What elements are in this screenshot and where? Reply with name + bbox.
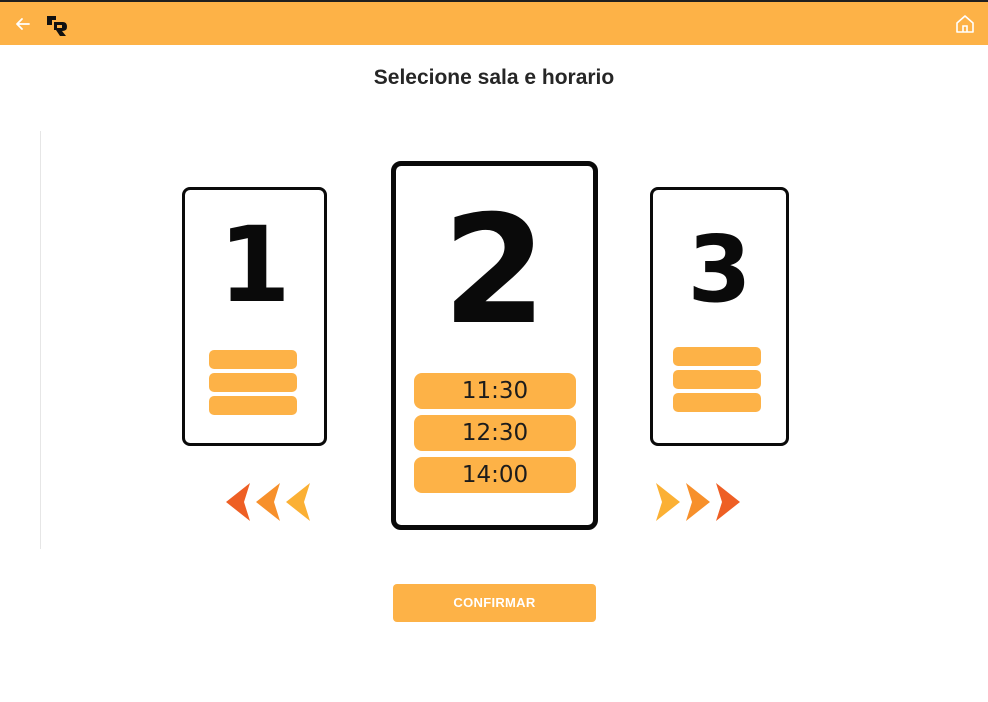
- top-app-bar: [0, 0, 988, 45]
- room-number: 1: [218, 204, 291, 326]
- time-slot-placeholder: [209, 350, 297, 369]
- time-slot-button[interactable]: 11:30: [414, 373, 576, 409]
- room-card-3[interactable]: 3: [650, 187, 789, 446]
- page-title: Selecione sala e horario: [373, 66, 615, 89]
- brand-logo: [47, 16, 67, 36]
- time-slot-button[interactable]: 12:30: [414, 415, 576, 451]
- room-number: 2: [442, 184, 547, 358]
- confirm-button[interactable]: CONFIRMAR: [393, 584, 596, 622]
- arrow-left-icon[interactable]: [12, 13, 34, 35]
- room-number: 3: [687, 216, 752, 323]
- time-slot-button[interactable]: 14:00: [414, 457, 576, 493]
- time-slot-placeholder: [673, 393, 761, 412]
- time-slot-placeholder: [673, 347, 761, 366]
- home-icon[interactable]: [954, 13, 976, 35]
- time-slot-placeholder: [673, 370, 761, 389]
- time-slot-placeholder: [209, 373, 297, 392]
- room-card-2[interactable]: 2 11:30 12:30 14:00: [391, 161, 598, 530]
- room-card-1[interactable]: 1: [182, 187, 327, 446]
- triple-chevron-left-icon[interactable]: [222, 481, 318, 523]
- time-slot-placeholder: [209, 396, 297, 415]
- triple-chevron-right-icon[interactable]: [648, 481, 744, 523]
- divider: [40, 131, 41, 549]
